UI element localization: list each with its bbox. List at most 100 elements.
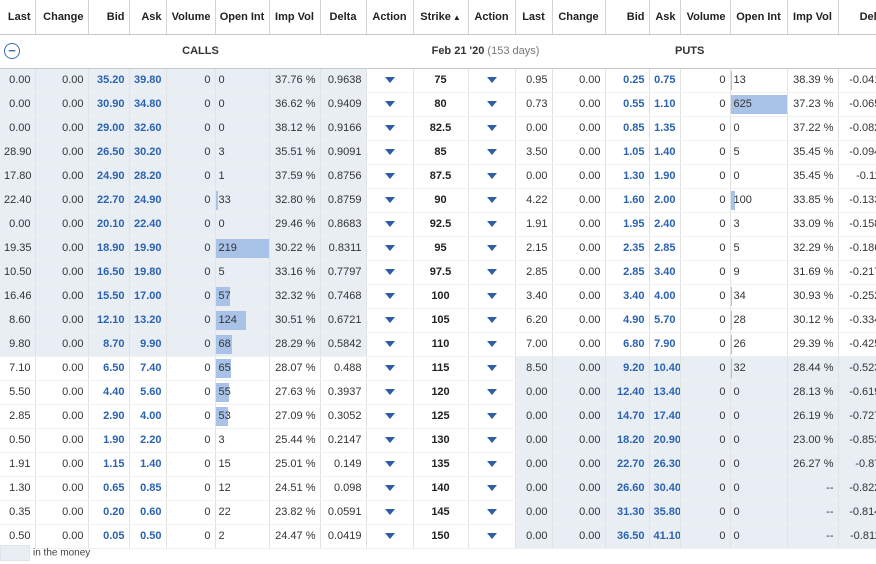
put-action-dropdown-icon[interactable] (486, 101, 497, 108)
call-ask[interactable]: 32.60 (129, 116, 167, 141)
put-bid[interactable]: 1.95 (605, 212, 650, 237)
call-ask[interactable]: 0.60 (129, 500, 167, 525)
call-action-cell[interactable] (366, 500, 414, 525)
put-action-cell[interactable] (468, 428, 516, 453)
put-ask[interactable]: 20.90 (649, 428, 681, 453)
call-action-dropdown-icon[interactable] (384, 509, 395, 516)
call-action-cell[interactable] (366, 284, 414, 309)
put-action-dropdown-icon[interactable] (486, 509, 497, 516)
put-ask[interactable]: 26.30 (649, 452, 681, 477)
put-action-cell[interactable] (468, 140, 516, 165)
put-action-dropdown-icon[interactable] (486, 77, 497, 84)
call-action-dropdown-icon[interactable] (384, 341, 395, 348)
put-action-dropdown-icon[interactable] (486, 341, 497, 348)
put-bid[interactable]: 14.70 (605, 404, 650, 429)
call-ask[interactable]: 34.80 (129, 92, 167, 117)
put-ask[interactable]: 0.75 (649, 68, 681, 93)
col-header-put-open-int[interactable]: Open Int (730, 0, 788, 35)
put-action-cell[interactable] (468, 236, 516, 261)
call-bid[interactable]: 8.70 (88, 332, 130, 357)
call-bid[interactable]: 29.00 (88, 116, 130, 141)
put-ask[interactable]: 7.90 (649, 332, 681, 357)
put-action-dropdown-icon[interactable] (486, 269, 497, 276)
call-ask[interactable]: 2.20 (129, 428, 167, 453)
call-ask[interactable]: 39.80 (129, 68, 167, 93)
call-bid[interactable]: 4.40 (88, 380, 130, 405)
call-action-cell[interactable] (366, 92, 414, 117)
call-bid[interactable]: 18.90 (88, 236, 130, 261)
call-action-dropdown-icon[interactable] (384, 413, 395, 420)
call-bid[interactable]: 15.50 (88, 284, 130, 309)
call-bid[interactable]: 22.70 (88, 188, 130, 213)
call-bid[interactable]: 24.90 (88, 164, 130, 189)
put-ask[interactable]: 5.70 (649, 308, 681, 333)
call-ask[interactable]: 0.85 (129, 476, 167, 501)
put-action-cell[interactable] (468, 404, 516, 429)
put-action-dropdown-icon[interactable] (486, 437, 497, 444)
call-ask[interactable]: 9.90 (129, 332, 167, 357)
call-action-dropdown-icon[interactable] (384, 77, 395, 84)
call-bid[interactable]: 0.65 (88, 476, 130, 501)
put-action-cell[interactable] (468, 164, 516, 189)
put-action-dropdown-icon[interactable] (486, 245, 497, 252)
put-action-dropdown-icon[interactable] (486, 365, 497, 372)
put-action-dropdown-icon[interactable] (486, 221, 497, 228)
put-action-cell[interactable] (468, 188, 516, 213)
call-action-dropdown-icon[interactable] (384, 365, 395, 372)
put-action-cell[interactable] (468, 308, 516, 333)
call-action-cell[interactable] (366, 260, 414, 285)
put-action-dropdown-icon[interactable] (486, 461, 497, 468)
put-bid[interactable]: 1.05 (605, 140, 650, 165)
call-action-dropdown-icon[interactable] (384, 269, 395, 276)
put-bid[interactable]: 12.40 (605, 380, 650, 405)
put-action-cell[interactable] (468, 380, 516, 405)
col-header-call-imp-vol[interactable]: Imp Vol (269, 0, 321, 35)
call-bid[interactable]: 0.05 (88, 524, 130, 549)
call-ask[interactable]: 1.40 (129, 452, 167, 477)
put-action-cell[interactable] (468, 260, 516, 285)
call-ask[interactable]: 30.20 (129, 140, 167, 165)
put-bid[interactable]: 31.30 (605, 500, 650, 525)
put-ask[interactable]: 4.00 (649, 284, 681, 309)
put-ask[interactable]: 30.40 (649, 476, 681, 501)
col-header-call-change[interactable]: Change (35, 0, 89, 35)
put-action-dropdown-icon[interactable] (486, 197, 497, 204)
call-bid[interactable]: 12.10 (88, 308, 130, 333)
put-bid[interactable]: 0.85 (605, 116, 650, 141)
put-ask[interactable]: 3.40 (649, 260, 681, 285)
call-bid[interactable]: 26.50 (88, 140, 130, 165)
call-action-dropdown-icon[interactable] (384, 125, 395, 132)
put-ask[interactable]: 1.35 (649, 116, 681, 141)
call-action-cell[interactable] (366, 212, 414, 237)
call-ask[interactable]: 5.60 (129, 380, 167, 405)
put-bid[interactable]: 0.55 (605, 92, 650, 117)
call-action-dropdown-icon[interactable] (384, 293, 395, 300)
call-action-dropdown-icon[interactable] (384, 245, 395, 252)
put-action-cell[interactable] (468, 452, 516, 477)
put-action-cell[interactable] (468, 212, 516, 237)
call-action-cell[interactable] (366, 188, 414, 213)
call-action-cell[interactable] (366, 308, 414, 333)
call-action-dropdown-icon[interactable] (384, 173, 395, 180)
put-ask[interactable]: 41.10 (649, 524, 681, 549)
call-ask[interactable]: 28.20 (129, 164, 167, 189)
call-ask[interactable]: 22.40 (129, 212, 167, 237)
call-action-cell[interactable] (366, 332, 414, 357)
put-action-dropdown-icon[interactable] (486, 317, 497, 324)
col-header-call-volume[interactable]: Volume (166, 0, 216, 35)
call-ask[interactable]: 0.50 (129, 524, 167, 549)
call-action-cell[interactable] (366, 476, 414, 501)
call-ask[interactable]: 13.20 (129, 308, 167, 333)
call-action-cell[interactable] (366, 236, 414, 261)
put-action-cell[interactable] (468, 524, 516, 549)
call-action-cell[interactable] (366, 68, 414, 93)
call-bid[interactable]: 6.50 (88, 356, 130, 381)
call-action-dropdown-icon[interactable] (384, 221, 395, 228)
call-bid[interactable]: 2.90 (88, 404, 130, 429)
put-ask[interactable]: 1.10 (649, 92, 681, 117)
put-bid[interactable]: 26.60 (605, 476, 650, 501)
put-bid[interactable]: 6.80 (605, 332, 650, 357)
put-action-dropdown-icon[interactable] (486, 533, 497, 540)
call-action-dropdown-icon[interactable] (384, 461, 395, 468)
call-action-dropdown-icon[interactable] (384, 197, 395, 204)
